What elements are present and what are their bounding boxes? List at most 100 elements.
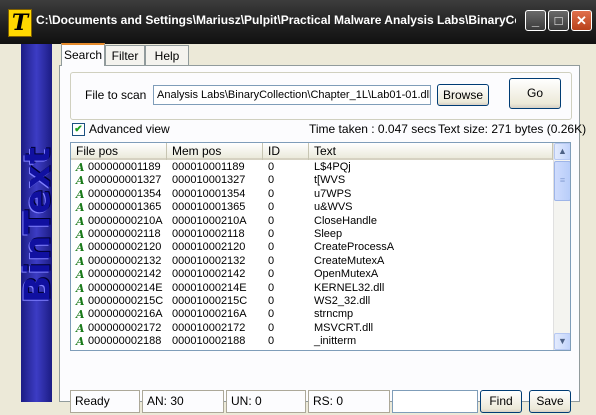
- text-size-text: Text size: 271 bytes (0.26K): [438, 122, 587, 136]
- maximize-button[interactable]: □: [548, 10, 569, 31]
- file-pos-cell: 000000001327: [88, 174, 162, 187]
- go-button[interactable]: Go: [509, 78, 561, 109]
- file-pos-cell: 000000002188: [88, 335, 162, 348]
- file-pos-cell: 000000001365: [88, 201, 162, 214]
- id-cell: 0: [268, 335, 275, 348]
- id-cell: 0: [268, 214, 275, 227]
- ascii-string-icon: A: [76, 228, 85, 241]
- status-rs-count: RS: 0: [308, 390, 390, 413]
- table-row[interactable]: A 000000001327 000010001327 0 t[WVS: [71, 174, 553, 187]
- ascii-string-icon: A: [76, 174, 85, 188]
- text-cell: strncmp: [314, 308, 354, 321]
- table-row[interactable]: A 000000001189 000010001189 0 L$4PQj: [71, 161, 553, 174]
- status-un-count: UN: 0: [226, 390, 306, 413]
- table-row[interactable]: A 000000002118 000010002118 0 Sleep: [71, 228, 553, 241]
- ascii-string-icon: A: [76, 321, 85, 335]
- close-button[interactable]: ✕: [571, 10, 592, 31]
- id-cell: 0: [268, 254, 275, 267]
- mem-pos-cell: 000010001365: [172, 201, 246, 214]
- column-header-mem-pos[interactable]: Mem pos: [167, 143, 263, 160]
- status-ready: Ready: [70, 390, 140, 413]
- ascii-string-icon: A: [76, 308, 85, 322]
- text-cell: Sleep: [314, 228, 343, 240]
- file-pos-cell: 000000002120: [88, 241, 162, 254]
- file-scan-group: File to scan Analysis Labs\BinaryCollect…: [70, 72, 572, 120]
- tab-search[interactable]: Search: [61, 43, 105, 66]
- table-row[interactable]: A 000000002132 000010002132 0 CreateMutexA: [71, 255, 553, 268]
- id-cell: 0: [268, 201, 275, 214]
- id-cell: 0: [268, 161, 275, 173]
- tab-help[interactable]: Help: [145, 45, 189, 65]
- table-row[interactable]: A 000000002172 000010002172 0 MSVCRT.dll: [71, 322, 553, 335]
- column-header-text[interactable]: Text: [309, 143, 553, 160]
- scroll-up-arrow-icon[interactable]: ▲: [554, 143, 570, 160]
- status-an-count: AN: 30: [142, 390, 224, 413]
- text-cell: MSVCRT.dll: [314, 321, 374, 334]
- table-row[interactable]: A 00000000215C 00001000215C 0 WS2_32.dll: [71, 295, 553, 308]
- tab-filter[interactable]: Filter: [105, 45, 145, 65]
- table-row[interactable]: A 000000002120 000010002120 0 CreateProcessA: [71, 241, 553, 254]
- scroll-thumb[interactable]: ≡: [554, 161, 570, 201]
- strings-list[interactable]: File pos Mem pos ID Text A 000000001189 00…: [70, 142, 571, 351]
- ascii-string-icon: A: [76, 187, 85, 201]
- table-row[interactable]: A 000000002188 000010002188 0 _initterm: [71, 335, 553, 348]
- mem-pos-cell: 00001000216A: [172, 308, 247, 321]
- id-cell: 0: [268, 295, 275, 307]
- file-path-input[interactable]: Analysis Labs\BinaryCollection\Chapter_1…: [153, 85, 431, 105]
- advanced-view-checkbox[interactable]: ✔: [72, 123, 85, 136]
- id-cell: 0: [268, 321, 275, 334]
- table-row[interactable]: A 000000001365 000010001365 0 u&WVS: [71, 201, 553, 214]
- vertical-scrollbar[interactable]: ▲ ≡ ▼: [553, 143, 570, 350]
- advanced-view-label[interactable]: Advanced view: [89, 122, 170, 136]
- file-pos-cell: 00000000210A: [88, 214, 163, 227]
- id-cell: 0: [268, 268, 275, 281]
- scroll-down-arrow-icon[interactable]: ▼: [554, 333, 570, 350]
- id-cell: 0: [268, 174, 275, 187]
- table-row[interactable]: A 00000000214E 00001000214E 0 KERNEL32.dll: [71, 282, 553, 295]
- column-header-file-pos[interactable]: File pos: [71, 143, 167, 160]
- table-row[interactable]: A 00000000210A 00001000210A 0 CloseHandle: [71, 215, 553, 228]
- bintext-logo-banner: BinText: [18, 44, 59, 402]
- ascii-string-icon: A: [76, 335, 85, 349]
- ascii-string-icon: A: [76, 241, 85, 255]
- text-cell: CreateMutexA: [314, 254, 385, 267]
- bintext-app-icon[interactable]: T: [8, 9, 32, 37]
- file-pos-cell: 00000000214E: [88, 281, 163, 294]
- mem-pos-cell: 00001000214E: [172, 281, 247, 294]
- mem-pos-cell: 000010001354: [172, 187, 246, 200]
- id-cell: 0: [268, 241, 275, 254]
- mem-pos-cell: 000010002188: [172, 335, 246, 348]
- text-cell: u&WVS: [314, 201, 353, 214]
- bintext-logo: BinText: [17, 145, 59, 304]
- table-row[interactable]: A 000000002142 000010002142 0 OpenMutexA: [71, 268, 553, 281]
- text-cell: t[WVS: [314, 174, 346, 187]
- id-cell: 0: [268, 228, 275, 240]
- file-pos-cell: 000000002142: [88, 268, 162, 281]
- title-bar[interactable]: T C:\Documents and Settings\Mariusz\Pulp…: [0, 0, 596, 44]
- find-input[interactable]: [392, 390, 478, 413]
- list-header: File pos Mem pos ID Text: [71, 143, 553, 160]
- client-area: BinText Search Filter Help File to scan …: [0, 43, 596, 415]
- file-pos-cell: 000000002132: [88, 254, 162, 267]
- find-button[interactable]: Find: [480, 390, 522, 413]
- id-cell: 0: [268, 281, 275, 294]
- search-tab-panel: File to scan Analysis Labs\BinaryCollect…: [59, 65, 586, 413]
- column-header-id[interactable]: ID: [263, 143, 309, 160]
- mem-pos-cell: 000010001327: [172, 174, 246, 187]
- text-cell: WS2_32.dll: [314, 295, 371, 307]
- save-button[interactable]: Save: [529, 390, 571, 413]
- mem-pos-cell: 00001000210A: [172, 214, 247, 227]
- ascii-string-icon: A: [76, 161, 85, 174]
- text-cell: CloseHandle: [314, 214, 377, 227]
- browse-button[interactable]: Browse: [437, 84, 489, 106]
- table-row[interactable]: A 000000001354 000010001354 0 u7WPS: [71, 188, 553, 201]
- file-pos-cell: 000000001189: [88, 161, 161, 173]
- minimize-button[interactable]: _: [525, 10, 546, 31]
- mem-pos-cell: 00001000215C: [172, 295, 248, 307]
- text-cell: OpenMutexA: [314, 268, 379, 281]
- ascii-string-icon: A: [76, 254, 85, 268]
- file-pos-cell: 000000001354: [88, 187, 162, 200]
- ascii-string-icon: A: [76, 268, 85, 282]
- ascii-string-icon: A: [76, 214, 85, 228]
- table-row[interactable]: A 00000000216A 00001000216A 0 strncmp: [71, 308, 553, 321]
